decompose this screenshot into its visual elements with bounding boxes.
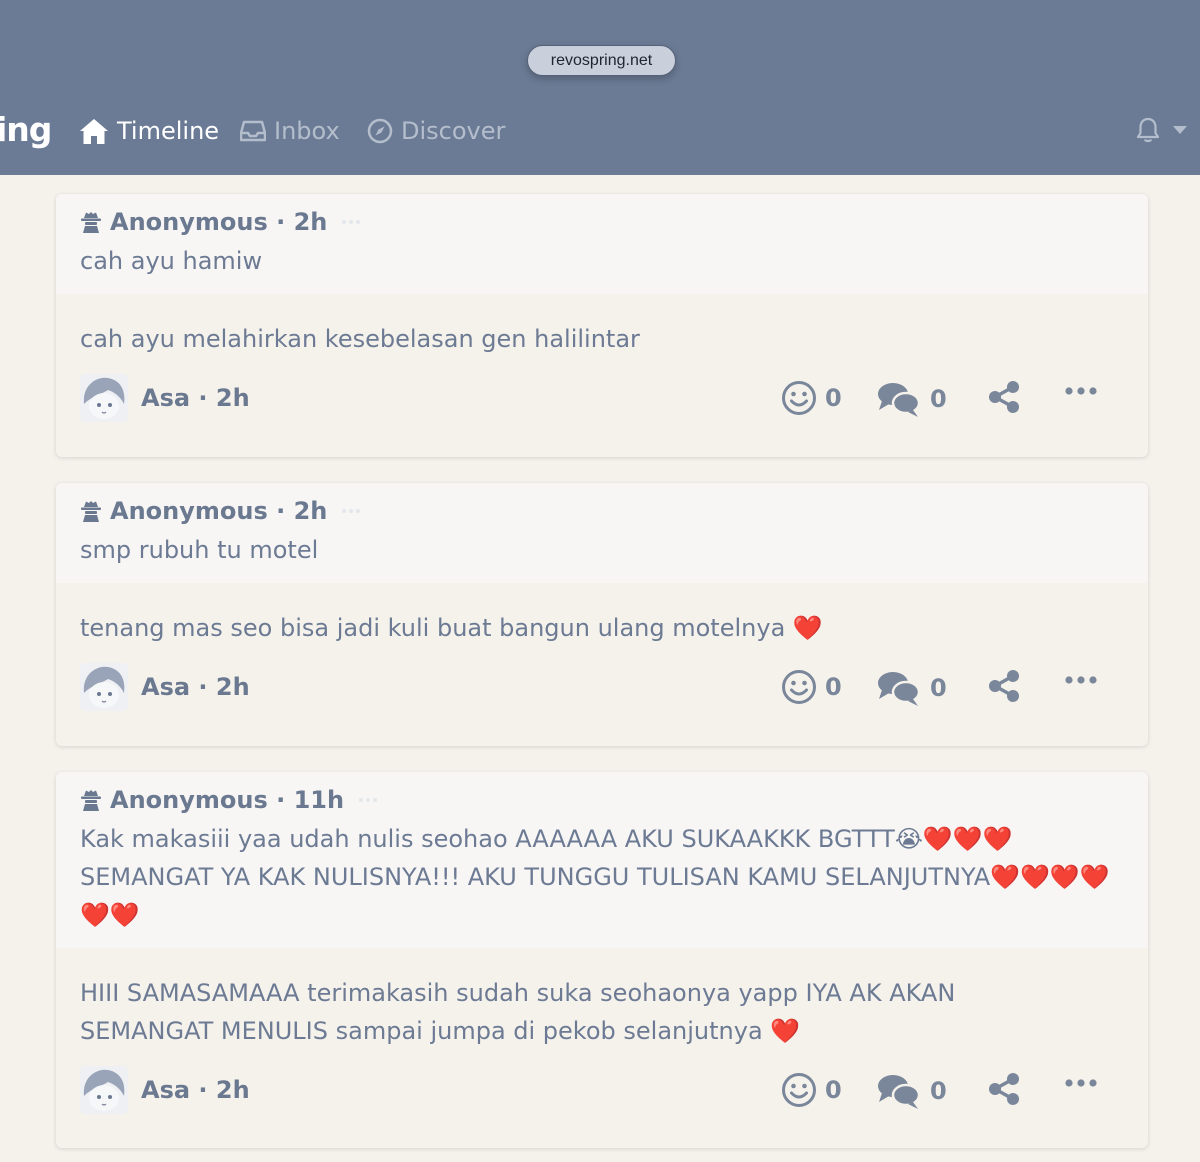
share-icon — [989, 670, 1019, 702]
avatar[interactable] — [80, 1066, 128, 1114]
nav-timeline-label: Timeline — [117, 117, 220, 145]
smile-count: 0 — [825, 673, 842, 701]
comment-button[interactable]: 0 — [876, 669, 947, 707]
answered-time[interactable]: 2h — [216, 384, 250, 412]
avatar[interactable] — [80, 663, 128, 711]
answer-footer: Asa · 2h 0 0 — [80, 358, 1124, 438]
more-options-icon — [1065, 676, 1097, 684]
avatar[interactable] — [80, 374, 128, 422]
answerer-name[interactable]: Asa — [141, 1076, 190, 1104]
asker-name[interactable]: Anonymous — [110, 208, 268, 236]
anonymous-icon — [81, 501, 101, 522]
inbox-icon — [240, 120, 266, 142]
share-button[interactable] — [987, 1072, 1029, 1106]
question-section: Anonymous · 11h Kak makasiii yaa udah nu… — [56, 772, 1148, 948]
answered-time[interactable]: 2h — [216, 1076, 250, 1104]
anonymous-icon — [81, 790, 101, 811]
more-options-button[interactable] — [1065, 386, 1105, 396]
comment-button[interactable]: 0 — [876, 380, 947, 418]
anonymous-icon — [81, 212, 101, 233]
home-icon — [80, 119, 108, 144]
answer-section: tenang mas seo bisa jadi kuli buat bangu… — [56, 583, 1148, 727]
comment-count: 0 — [930, 385, 947, 413]
question-options-icon[interactable] — [358, 797, 378, 803]
question-section: Anonymous · 2h cah ayu hamiw — [56, 194, 1148, 294]
question-section: Anonymous · 2h smp rubuh tu motel — [56, 483, 1148, 583]
nav-discover[interactable]: Discover — [367, 113, 505, 149]
answerer-meta: Asa · 2h — [141, 673, 250, 701]
answerer-name[interactable]: Asa — [141, 673, 190, 701]
question-options-icon[interactable] — [341, 508, 361, 514]
smile-button[interactable]: 0 — [781, 669, 842, 705]
comment-count: 0 — [930, 1077, 947, 1105]
comment-button[interactable]: 0 — [876, 1072, 947, 1110]
question-text: smp rubuh tu motel — [80, 536, 319, 564]
answer-section: cah ayu melahirkan kesebelasan gen halil… — [56, 294, 1148, 438]
compass-icon — [367, 118, 393, 144]
asker-name[interactable]: Anonymous — [110, 786, 268, 814]
more-options-button[interactable] — [1065, 1078, 1105, 1088]
more-options-icon — [1065, 387, 1097, 395]
question-meta: Anonymous · 11h — [80, 784, 1124, 816]
answer-text: cah ayu melahirkan kesebelasan gen halil… — [80, 325, 640, 353]
answer-text: HIII SAMASAMAAA terimakasih sudah suka s… — [80, 979, 956, 1045]
brand-logo[interactable]: ing — [0, 110, 52, 149]
answer-card: Anonymous · 2h cah ayu hamiw cah ayu mel… — [56, 194, 1148, 457]
share-button[interactable] — [987, 669, 1029, 703]
comments-icon — [878, 1075, 921, 1109]
nav-discover-label: Discover — [401, 117, 506, 145]
more-options-button[interactable] — [1065, 675, 1105, 685]
chevron-down-icon[interactable] — [1173, 126, 1187, 135]
answerer-meta: Asa · 2h — [141, 1076, 250, 1104]
nav-inbox[interactable]: Inbox — [240, 113, 340, 149]
nav-timeline[interactable]: Timeline — [79, 113, 219, 149]
question-meta: Anonymous · 2h — [80, 206, 1124, 238]
answer-text: tenang mas seo bisa jadi kuli buat bangu… — [80, 614, 823, 642]
smile-icon — [782, 670, 816, 704]
bell-icon[interactable] — [1135, 116, 1161, 144]
nav-inbox-label: Inbox — [274, 117, 340, 145]
asked-time[interactable]: 2h — [294, 208, 328, 236]
answered-time[interactable]: 2h — [216, 673, 250, 701]
comment-count: 0 — [930, 674, 947, 702]
answer-section: HIII SAMASAMAAA terimakasih sudah suka s… — [56, 948, 1148, 1130]
answer-card: Anonymous · 11h Kak makasiii yaa udah nu… — [56, 772, 1148, 1148]
smile-count: 0 — [825, 1076, 842, 1104]
question-text: Kak makasiii yaa udah nulis seohao AAAAA… — [80, 825, 1110, 929]
answer-card: Anonymous · 2h smp rubuh tu motel tenang… — [56, 483, 1148, 746]
question-text: cah ayu hamiw — [80, 247, 263, 275]
asked-time[interactable]: 2h — [294, 497, 328, 525]
share-icon — [989, 381, 1019, 413]
asker-name[interactable]: Anonymous — [110, 497, 268, 525]
smile-icon — [782, 1073, 816, 1107]
share-button[interactable] — [987, 380, 1029, 414]
smile-button[interactable]: 0 — [781, 1072, 842, 1108]
answerer-meta: Asa · 2h — [141, 384, 250, 412]
comments-icon — [878, 383, 921, 417]
smile-count: 0 — [825, 384, 842, 412]
smile-icon — [782, 381, 816, 415]
comments-icon — [878, 672, 921, 706]
url-pill[interactable]: revospring.net — [527, 45, 676, 76]
share-icon — [989, 1073, 1019, 1105]
top-navbar: revospring.net ing Timeline Inbox Discov… — [0, 0, 1200, 175]
smile-button[interactable]: 0 — [781, 380, 842, 416]
more-options-icon — [1065, 1079, 1097, 1087]
answer-footer: Asa · 2h 0 0 — [80, 1050, 1124, 1130]
answer-footer: Asa · 2h 0 0 — [80, 647, 1124, 727]
asked-time[interactable]: 11h — [294, 786, 344, 814]
question-meta: Anonymous · 2h — [80, 495, 1124, 527]
question-options-icon[interactable] — [341, 219, 361, 225]
answerer-name[interactable]: Asa — [141, 384, 190, 412]
